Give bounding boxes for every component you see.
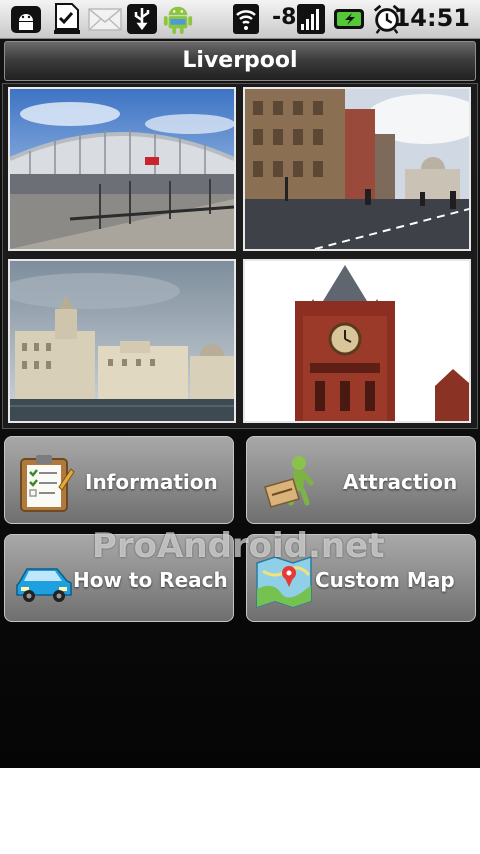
attraction-button[interactable]: Attraction: [246, 436, 476, 524]
clipboard-icon: [20, 455, 75, 512]
welcome-figure-icon: [264, 456, 314, 508]
status-bar: -8 14:51: [0, 0, 480, 39]
how-to-reach-label: How to Reach: [73, 568, 228, 592]
lime-street-station-photo[interactable]: [8, 87, 236, 251]
android-debug-icon: [11, 6, 41, 33]
status-clock: 14:51: [393, 4, 470, 32]
photo-gallery: [2, 83, 478, 429]
download-done-icon: [54, 3, 80, 34]
waterfront-skyline-photo[interactable]: [8, 259, 236, 423]
information-label: Information: [85, 470, 218, 494]
car-icon: [16, 568, 72, 602]
title-bar: Liverpool: [4, 41, 476, 81]
custom-map-label: Custom Map: [315, 568, 455, 592]
clock-tower-photo[interactable]: [243, 259, 471, 423]
app-screen: -8 14:51 Liverpool Information Attractio…: [0, 0, 480, 768]
watermark-text: ProAndroid.net: [92, 526, 385, 566]
mail-icon: [88, 8, 122, 31]
usb-icon: [127, 4, 157, 34]
android-robot-icon: [163, 6, 193, 35]
signal-bars-icon: [297, 4, 325, 34]
page-title: Liverpool: [182, 48, 298, 73]
battery-charging-icon: [334, 9, 364, 29]
attraction-label: Attraction: [343, 470, 458, 494]
city-square-photo[interactable]: [243, 87, 471, 251]
information-button[interactable]: Information: [4, 436, 234, 524]
wifi-icon: [233, 4, 259, 34]
signal-strength-text: -8: [272, 5, 297, 30]
